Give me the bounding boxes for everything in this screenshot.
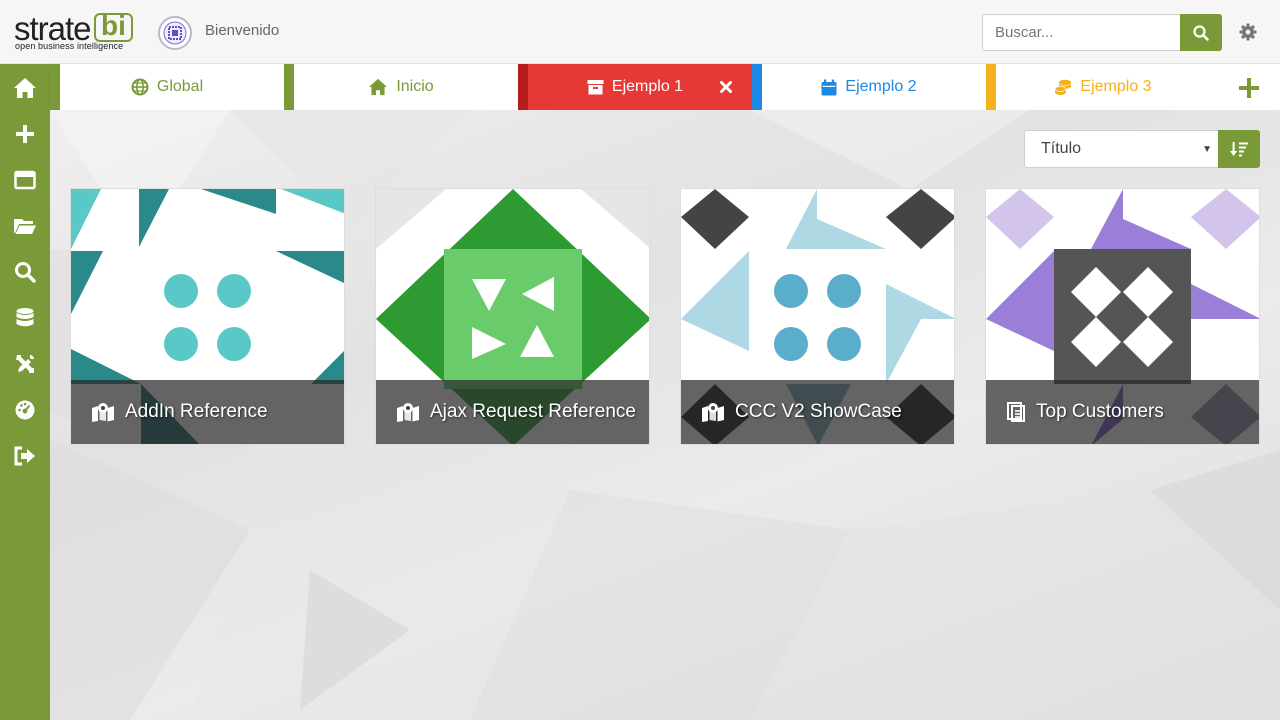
folder-open-icon xyxy=(14,219,36,234)
search-button[interactable] xyxy=(1180,14,1222,51)
tab-ejemplo-1[interactable]: Ejemplo 1 xyxy=(518,64,752,110)
card-caption: Ajax Request Reference xyxy=(376,380,649,444)
sort-order-button[interactable] xyxy=(1218,130,1260,168)
card-title: Ajax Request Reference xyxy=(430,401,636,422)
plus-icon xyxy=(16,125,34,143)
tab-ejemplo-3[interactable]: Ejemplo 3 xyxy=(986,64,1220,110)
settings-button[interactable] xyxy=(1238,22,1258,42)
card-title: CCC V2 ShowCase xyxy=(735,401,902,422)
tab-ejemplo-2[interactable]: Ejemplo 2 xyxy=(752,64,986,110)
coins-icon xyxy=(1055,79,1072,95)
tab-label: Ejemplo 1 xyxy=(611,78,684,95)
plus-icon xyxy=(1239,78,1259,98)
card-caption: AddIn Reference xyxy=(71,380,344,444)
sort-amount-down-icon xyxy=(1230,142,1248,157)
window-icon xyxy=(14,170,36,190)
home-icon xyxy=(14,78,36,98)
sidebar-item-tools[interactable] xyxy=(0,344,50,384)
globe-icon xyxy=(131,78,149,96)
map-marker-icon xyxy=(702,403,724,422)
tab-inicio[interactable]: Inicio xyxy=(284,64,518,110)
report-card-ccc-v2-showcase[interactable]: CCC V2 ShowCase xyxy=(680,188,955,445)
sidebar-item-open[interactable] xyxy=(0,206,50,246)
home-icon xyxy=(369,78,388,96)
gear-icon xyxy=(1239,23,1257,41)
map-marker-icon xyxy=(92,403,114,422)
report-card-top-customers[interactable]: Top Customers xyxy=(985,188,1260,445)
tab-color-bar xyxy=(752,64,762,110)
sidebar-item-home[interactable] xyxy=(0,68,50,108)
archive-icon xyxy=(587,80,604,95)
card-caption: Top Customers xyxy=(986,380,1259,444)
user-avatar[interactable] xyxy=(158,16,192,50)
main-content: Título ▼ AddIn Reference Ajax Request Re… xyxy=(50,110,1280,720)
tab-color-bar xyxy=(50,64,60,110)
search-icon xyxy=(1193,24,1209,41)
tab-color-bar xyxy=(518,64,528,110)
sidebar-item-dashboards[interactable] xyxy=(0,390,50,430)
tab-global[interactable]: Global xyxy=(50,64,284,110)
sort-selected-value: Título xyxy=(1041,140,1082,157)
report-card-addin-reference[interactable]: AddIn Reference xyxy=(70,188,345,445)
sidebar-item-search[interactable] xyxy=(0,252,50,292)
search-icon xyxy=(15,262,36,283)
sort-select[interactable]: Título ▼ xyxy=(1024,130,1219,168)
tab-bar: Global Inicio Ejemplo 1 Ejemplo 2 Ejempl… xyxy=(50,64,1280,110)
card-caption: CCC V2 ShowCase xyxy=(681,380,954,444)
top-header: strate bi open business intelligence Bie… xyxy=(0,0,1280,64)
sidebar-item-window[interactable] xyxy=(0,160,50,200)
stratebi-logo[interactable]: strate bi open business intelligence xyxy=(14,10,138,54)
tab-label: Ejemplo 2 xyxy=(845,78,917,95)
tab-label: Inicio xyxy=(396,78,434,95)
tab-label: Global xyxy=(156,78,204,95)
close-tab-icon[interactable] xyxy=(716,77,736,97)
tools-icon xyxy=(16,355,34,373)
sidebar xyxy=(0,64,50,720)
sidebar-item-logout[interactable] xyxy=(0,436,50,476)
sidebar-item-new[interactable] xyxy=(0,114,50,154)
tab-color-bar xyxy=(284,64,294,110)
logo-bi: bi xyxy=(94,12,133,42)
chevron-down-icon: ▼ xyxy=(1202,144,1212,155)
logo-tagline: open business intelligence xyxy=(15,41,124,51)
card-title: Top Customers xyxy=(1036,401,1164,422)
report-icon xyxy=(1007,402,1025,422)
map-marker-icon xyxy=(397,403,419,422)
tab-color-bar xyxy=(986,64,996,110)
dashboard-gauge-icon xyxy=(15,400,35,420)
logout-icon xyxy=(14,446,35,466)
tab-label: Ejemplo 3 xyxy=(1080,78,1152,95)
database-icon xyxy=(16,308,34,327)
add-tab-button[interactable] xyxy=(1236,75,1262,101)
search-input[interactable] xyxy=(982,14,1181,51)
calendar-icon xyxy=(821,79,837,95)
welcome-text: Bienvenido xyxy=(205,22,280,39)
sidebar-item-datasources[interactable] xyxy=(0,298,50,338)
report-card-ajax-request-reference[interactable]: Ajax Request Reference xyxy=(375,188,650,445)
card-title: AddIn Reference xyxy=(125,401,268,422)
